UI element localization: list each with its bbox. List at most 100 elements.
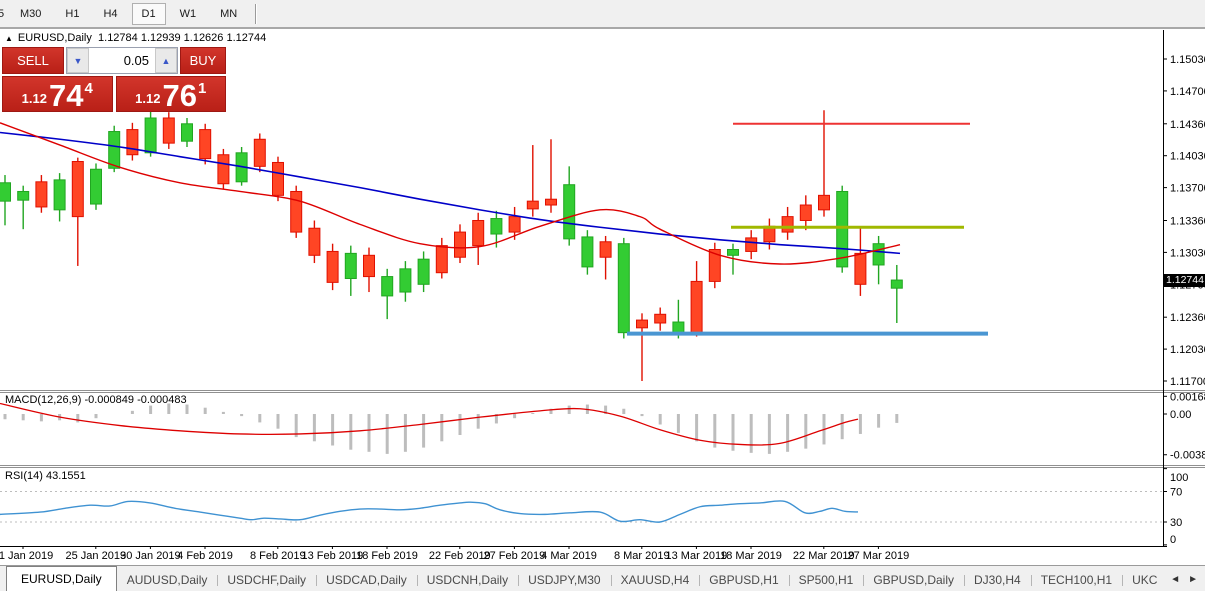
candle-body[interactable]: [126, 129, 139, 156]
candle-body[interactable]: [454, 231, 466, 258]
candle-body[interactable]: [326, 250, 339, 283]
candle-body[interactable]: [654, 313, 667, 324]
date-label[interactable]: 27 Feb 2019: [484, 550, 546, 562]
date-label[interactable]: 4 Mar 2019: [541, 550, 597, 562]
candle-body[interactable]: [0, 182, 11, 202]
date-label[interactable]: 4 Feb 2019: [177, 550, 233, 562]
candle-body[interactable]: [836, 190, 849, 268]
candle-body[interactable]: [162, 117, 175, 144]
candle-body[interactable]: [199, 129, 212, 160]
rsi-indicator-label: RSI(14) 43.1551: [5, 470, 86, 482]
candle-body[interactable]: [636, 319, 648, 329]
sell-price-pip: 4: [84, 80, 93, 97]
candle-body[interactable]: [781, 216, 794, 233]
candle-body[interactable]: [890, 279, 903, 289]
buy-price-main: 76: [162, 77, 197, 113]
date-label[interactable]: 8 Feb 2019: [250, 550, 306, 562]
rsi-axis-label: 0: [1170, 534, 1176, 546]
date-label[interactable]: 22 Feb 2019: [429, 550, 491, 562]
candle-body[interactable]: [90, 168, 102, 205]
candle-body[interactable]: [727, 248, 739, 256]
sell-price-display[interactable]: 1.12 74 4: [2, 76, 113, 112]
candle-body[interactable]: [672, 321, 685, 334]
date-label[interactable]: 13 Feb 2019: [302, 550, 364, 562]
candle-body[interactable]: [253, 138, 266, 167]
candle-body[interactable]: [581, 236, 594, 268]
buy-button[interactable]: BUY: [180, 47, 226, 74]
collapse-icon[interactable]: ▲: [5, 34, 13, 43]
date-label[interactable]: 13 Mar 2019: [666, 550, 728, 562]
chart-ohlc-values: 1.12784 1.12939 1.12626 1.12744: [98, 32, 267, 44]
candle-body[interactable]: [35, 181, 48, 208]
candle-body[interactable]: [690, 280, 703, 334]
volume-input[interactable]: 0.05: [89, 48, 155, 73]
volume-decrease-button[interactable]: ▼: [67, 48, 89, 73]
rsi-axis-label: 30: [1170, 517, 1182, 529]
candle-body[interactable]: [363, 254, 375, 278]
candle-body[interactable]: [17, 190, 30, 201]
candle-body[interactable]: [490, 218, 503, 235]
volume-increase-button[interactable]: ▲: [155, 48, 177, 73]
candle-body[interactable]: [53, 179, 66, 211]
price-axis-label: 1.12030: [1170, 344, 1205, 356]
candle-body[interactable]: [381, 276, 394, 297]
date-label[interactable]: 27 Mar 2019: [848, 550, 910, 562]
price-axis-label: 1.12360: [1170, 312, 1205, 324]
mt4-window: 5M30H1H4D1W1MN 1.150301.147001.143601.14…: [0, 0, 1205, 591]
candle-body[interactable]: [71, 161, 84, 218]
buy-price-prefix: 1.12: [135, 91, 161, 106]
candle-body[interactable]: [818, 194, 830, 211]
candle-body[interactable]: [599, 241, 612, 258]
candle-body[interactable]: [545, 198, 557, 206]
candle-body[interactable]: [799, 204, 812, 221]
buy-price-display[interactable]: 1.12 76 1: [115, 76, 226, 113]
sell-button[interactable]: SELL: [2, 47, 64, 74]
buy-price-pip: 1: [197, 80, 207, 97]
date-label[interactable]: 21 Jan 2019: [0, 550, 53, 562]
candle-body[interactable]: [308, 227, 321, 256]
candle-body[interactable]: [472, 219, 485, 247]
candle-body[interactable]: [872, 243, 885, 266]
tab-scroll-left-icon[interactable]: ◄: [1166, 572, 1184, 587]
candle-body[interactable]: [617, 243, 630, 334]
date-label[interactable]: 25 Jan 2019: [66, 550, 127, 562]
candle-body[interactable]: [344, 252, 357, 280]
price-axis-label: 1.14360: [1170, 119, 1205, 131]
price-axis-label: 1.13700: [1170, 183, 1205, 195]
macd-axis-label: -0.00388: [1170, 450, 1205, 462]
date-label[interactable]: 18 Feb 2019: [356, 550, 418, 562]
price-axis-label: 1.14030: [1170, 151, 1205, 163]
macd-indicator-label: MACD(12,26,9) -0.000849 -0.000483: [5, 394, 187, 406]
date-label[interactable]: 18 Mar 2019: [720, 550, 782, 562]
sell-price-main: 74: [48, 77, 84, 113]
date-label[interactable]: 22 Mar 2019: [793, 550, 855, 562]
candle-body[interactable]: [108, 131, 121, 169]
candle-body[interactable]: [144, 117, 157, 154]
candle-body[interactable]: [272, 161, 284, 196]
rsi-axis-label: 100: [1170, 472, 1188, 484]
candle-body[interactable]: [399, 268, 412, 293]
price-axis-label: 1.15030: [1170, 54, 1205, 66]
price-axis-label: 1.11700: [1170, 376, 1205, 388]
candle-body[interactable]: [417, 258, 430, 285]
macd-axis-label: 0.00: [1170, 409, 1191, 421]
tab-scroll-arrows: ◄ ►: [1164, 566, 1204, 591]
candle-body[interactable]: [290, 190, 303, 233]
date-label[interactable]: 8 Mar 2019: [614, 550, 670, 562]
date-label[interactable]: 30 Jan 2019: [120, 550, 181, 562]
candle-body[interactable]: [854, 252, 867, 285]
price-axis-label: 1.13360: [1170, 215, 1205, 227]
price-axis-label: 1.14700: [1170, 86, 1205, 98]
one-click-trading-widget: SELL ▼ 0.05 ▲ BUY 1.12 74 4 1.12 76 1: [2, 47, 226, 112]
candle-body[interactable]: [563, 184, 576, 240]
tab-scroll-right-icon[interactable]: ►: [1184, 572, 1202, 587]
candle-body[interactable]: [526, 200, 539, 210]
candle-body[interactable]: [217, 154, 230, 185]
candle-body[interactable]: [508, 216, 521, 233]
macd-signal-line: [0, 402, 859, 446]
chart-header: ▲ EURUSD,Daily 1.12784 1.12939 1.12626 1.…: [5, 32, 266, 44]
candle-body[interactable]: [435, 245, 448, 274]
candle-body[interactable]: [745, 237, 758, 252]
candle-body[interactable]: [181, 123, 193, 142]
sell-price-prefix: 1.12: [21, 91, 47, 106]
